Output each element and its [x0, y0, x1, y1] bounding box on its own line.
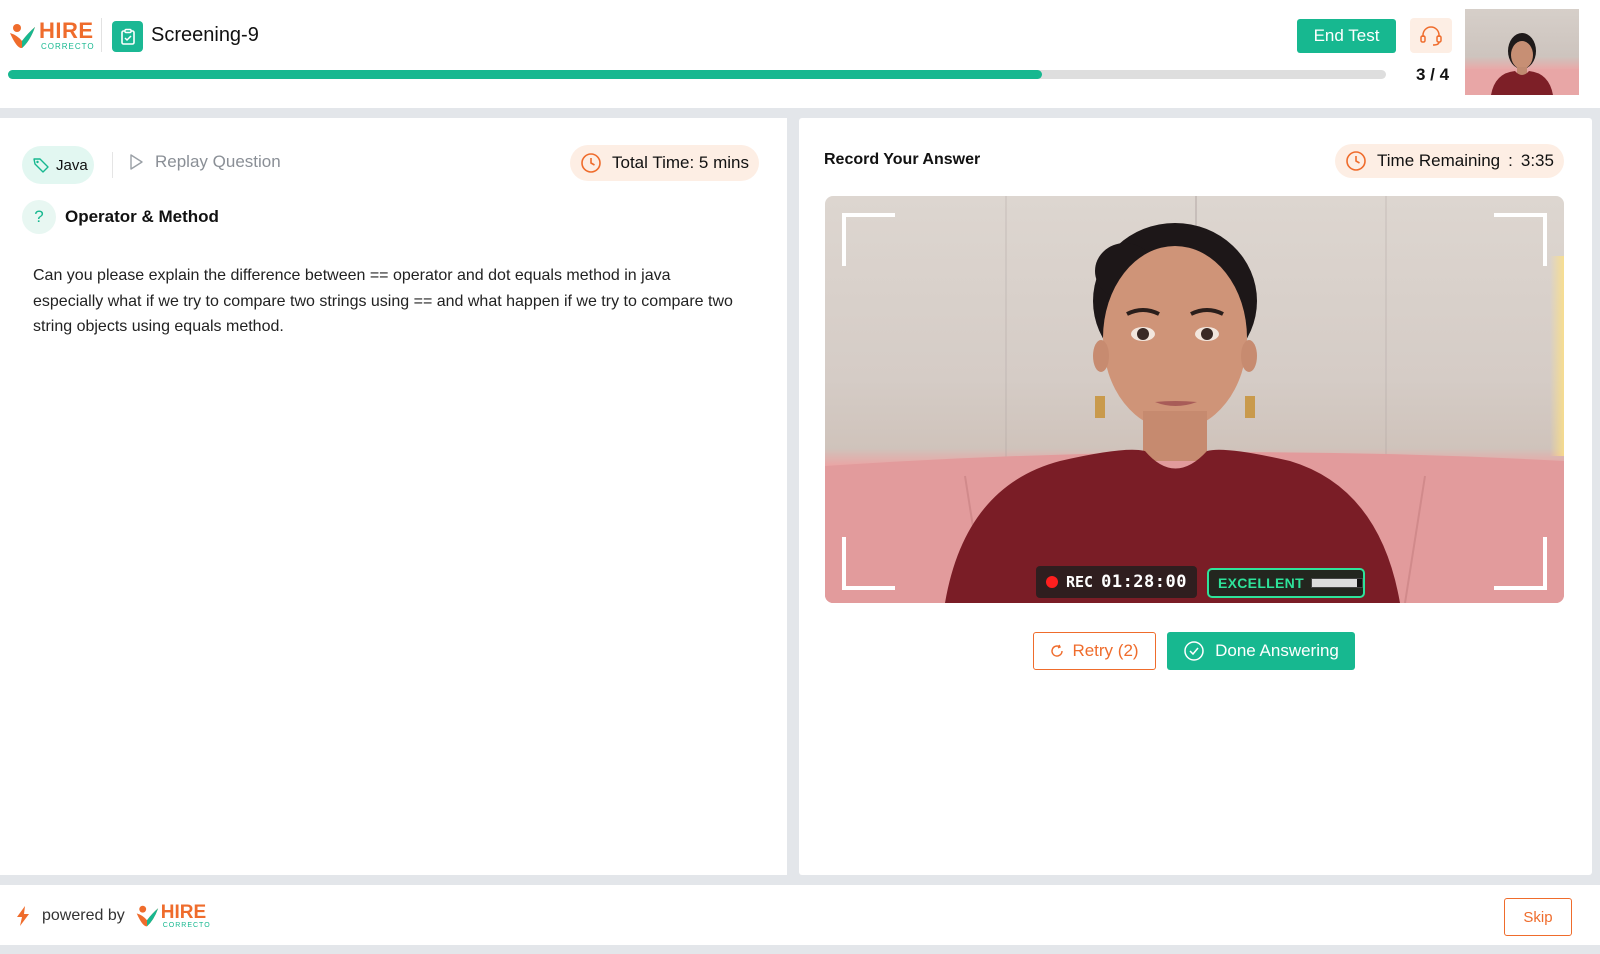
video-quality-badge: EXCELLENT [1207, 568, 1365, 598]
header: HIRE CORRECTO Screening-9 End Test 3 / 4 [0, 0, 1600, 108]
logo-text: HIRE CORRECTO [39, 20, 95, 51]
footer-logo: HIRE CORRECTO [135, 903, 211, 929]
clock-icon [1346, 151, 1366, 171]
frame-corner-top-left [842, 213, 895, 266]
lightning-icon [17, 906, 29, 926]
retry-label: Retry (2) [1072, 641, 1139, 660]
logo-mark-icon [136, 905, 158, 927]
powered-by-label: powered by [42, 907, 125, 924]
check-circle-icon [1184, 641, 1204, 661]
webcam-thumbnail [1465, 9, 1579, 95]
quality-meter [1310, 578, 1363, 588]
headset-icon[interactable] [1410, 18, 1452, 53]
done-answering-button[interactable]: Done Answering [1167, 632, 1355, 670]
footer-logo-wordmark: HIRE [160, 902, 207, 923]
rec-timer: 01:28:00 [1101, 572, 1187, 592]
play-icon [130, 154, 143, 170]
replay-label: Replay Question [155, 152, 281, 171]
java-tag: Java [22, 146, 94, 184]
refresh-icon [1051, 644, 1064, 657]
skip-button[interactable]: Skip [1504, 898, 1572, 936]
tag-divider [112, 152, 113, 178]
logo-subtext: CORRECTO [41, 42, 95, 51]
logo-mark-icon [10, 23, 35, 48]
replay-question-button[interactable]: Replay Question [127, 152, 281, 172]
clock-icon [581, 153, 601, 173]
progress-fill [8, 70, 1042, 79]
retry-button[interactable]: Retry (2) [1033, 632, 1156, 670]
time-remaining-separator: : [1508, 151, 1513, 170]
quality-meter-fill [1311, 579, 1357, 587]
end-test-button[interactable]: End Test [1297, 19, 1396, 53]
header-divider [101, 18, 102, 52]
time-remaining-value: 3:35 [1520, 151, 1554, 170]
logo-wordmark: HIRE [39, 18, 94, 43]
quality-label: EXCELLENT [1218, 575, 1304, 591]
record-answer-title: Record Your Answer [824, 151, 981, 168]
recording-indicator: REC 01:28:00 [1036, 566, 1197, 598]
footer-logo-subtext: CORRECTO [162, 922, 211, 929]
record-dot-icon [1046, 576, 1058, 588]
progress-bar [8, 70, 1386, 79]
video-preview: REC 01:28:00 EXCELLENT [825, 196, 1564, 603]
tag-icon [33, 158, 49, 173]
frame-corner-bottom-right [1494, 537, 1547, 590]
time-remaining-badge: Time Remaining : 3:35 [1335, 144, 1564, 178]
total-time-badge: Total Time: 5 mins [570, 145, 759, 181]
hire-correcto-logo: HIRE CORRECTO [8, 20, 95, 51]
powered-by: powered by HIRE CORRECTO [16, 903, 211, 929]
footer: powered by HIRE CORRECTO Skip [0, 885, 1600, 945]
person-silhouette [825, 223, 1564, 603]
answer-panel: Record Your Answer Time Remaining : 3:35 [799, 118, 1592, 875]
question-title: Operator & Method [65, 207, 219, 226]
done-label: Done Answering [1215, 641, 1339, 660]
frame-corner-bottom-left [842, 537, 895, 590]
question-counter: 3 / 4 [1416, 65, 1450, 84]
rec-label: REC [1066, 573, 1094, 591]
clipboard-icon [112, 21, 143, 52]
tag-label: Java [56, 156, 88, 174]
question-panel: Java Replay Question Total Time: 5 mins … [0, 118, 787, 875]
question-icon: ? [22, 200, 56, 234]
frame-corner-top-right [1494, 213, 1547, 266]
question-text: Can you please explain the difference be… [33, 267, 733, 335]
total-time-label: Total Time: 5 mins [612, 153, 749, 172]
test-title: Screening-9 [151, 24, 259, 46]
time-remaining-label: Time Remaining [1377, 151, 1501, 170]
